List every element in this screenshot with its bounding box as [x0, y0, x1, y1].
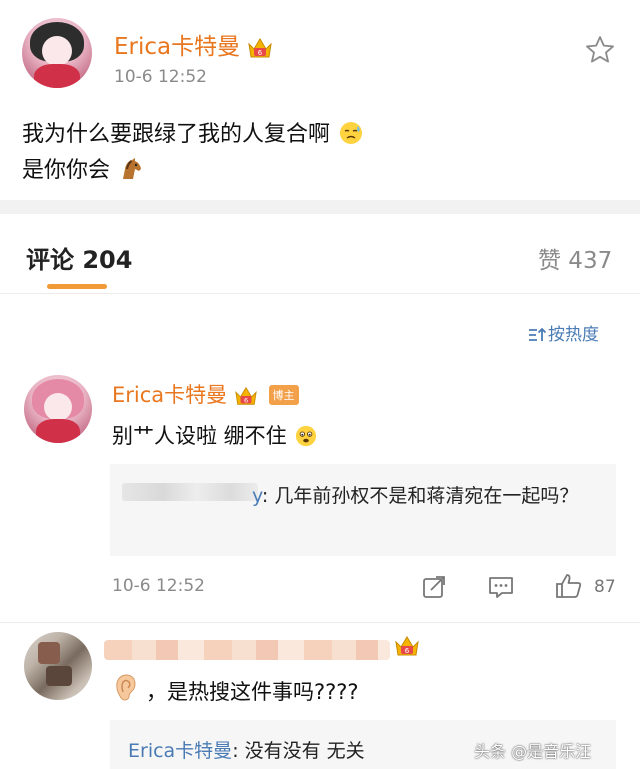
crown-icon: 6	[395, 636, 419, 656]
post-text-line1-text: 我为什么要跟绿了我的人复合啊	[22, 122, 331, 147]
section-divider	[0, 200, 640, 214]
comment-icon[interactable]	[487, 574, 515, 600]
reply-text-content: : 几年前孙权不是和蒋清宛在一起吗？	[261, 485, 579, 507]
sweat-emoji	[340, 122, 363, 144]
comment-avatar-blurred[interactable]	[24, 632, 92, 700]
reply-text: Erica卡特曼: 没有没有 无关	[128, 736, 365, 763]
comment-divider	[0, 622, 640, 623]
tab-comments[interactable]: 评论 204	[26, 240, 132, 275]
svg-text:6: 6	[258, 49, 263, 57]
svg-text:6: 6	[405, 647, 410, 655]
crown-icon: 6	[248, 37, 273, 57]
post-text-line1: 我为什么要跟绿了我的人复合啊	[22, 116, 363, 148]
reply-text: y: 几年前孙权不是和蒋清宛在一起吗？	[124, 480, 594, 512]
star-icon[interactable]	[584, 34, 616, 66]
ear-emoji	[116, 674, 136, 701]
like-count: 87	[594, 577, 616, 597]
watermark: 头条 @是音乐汪	[474, 742, 592, 761]
post-timestamp: 10-6 12:52	[114, 67, 207, 87]
tab-likes[interactable]: 赞 437	[538, 241, 612, 275]
comment-text: 别艹人设啦 绷不住	[112, 420, 317, 450]
blurred-user-name[interactable]	[104, 640, 390, 660]
horse-emoji	[123, 158, 142, 179]
reply-text-content: : 没有没有 无关	[232, 740, 365, 762]
tabs-divider	[0, 293, 640, 294]
post-user-name[interactable]: Erica卡特曼 6	[114, 27, 273, 61]
comment-timestamp: 10-6 12:52	[112, 576, 205, 596]
like-icon[interactable]	[554, 572, 584, 600]
author-badge: 博主	[268, 385, 299, 405]
crown-icon: 6	[235, 386, 257, 405]
sort-by-hot-button[interactable]: 按热度	[528, 320, 599, 345]
comment-text-content: 别艹人设啦 绷不住	[112, 424, 287, 448]
svg-text:6: 6	[244, 396, 248, 404]
worried-emoji	[296, 425, 317, 447]
comment-text: ，是热搜这件事吗????	[146, 680, 359, 704]
tab-active-indicator	[47, 284, 107, 289]
sort-icon	[529, 327, 546, 341]
post-avatar[interactable]	[22, 18, 92, 88]
reply-user-name[interactable]: Erica卡特曼	[128, 740, 232, 762]
sort-label[interactable]: 按热度	[548, 325, 599, 345]
reply-user-name[interactable]: y	[252, 485, 262, 507]
post-user-name-text[interactable]: Erica卡特曼	[114, 34, 240, 60]
share-icon[interactable]	[421, 574, 447, 600]
comment-user-name[interactable]: Erica卡特曼 6 博主	[112, 379, 299, 409]
comment-user-name-text[interactable]: Erica卡特曼	[112, 383, 227, 407]
post-text-line2: 是你你会	[22, 152, 143, 184]
comment-avatar[interactable]	[24, 375, 92, 443]
post-text-line2-text: 是你你会	[22, 158, 111, 183]
